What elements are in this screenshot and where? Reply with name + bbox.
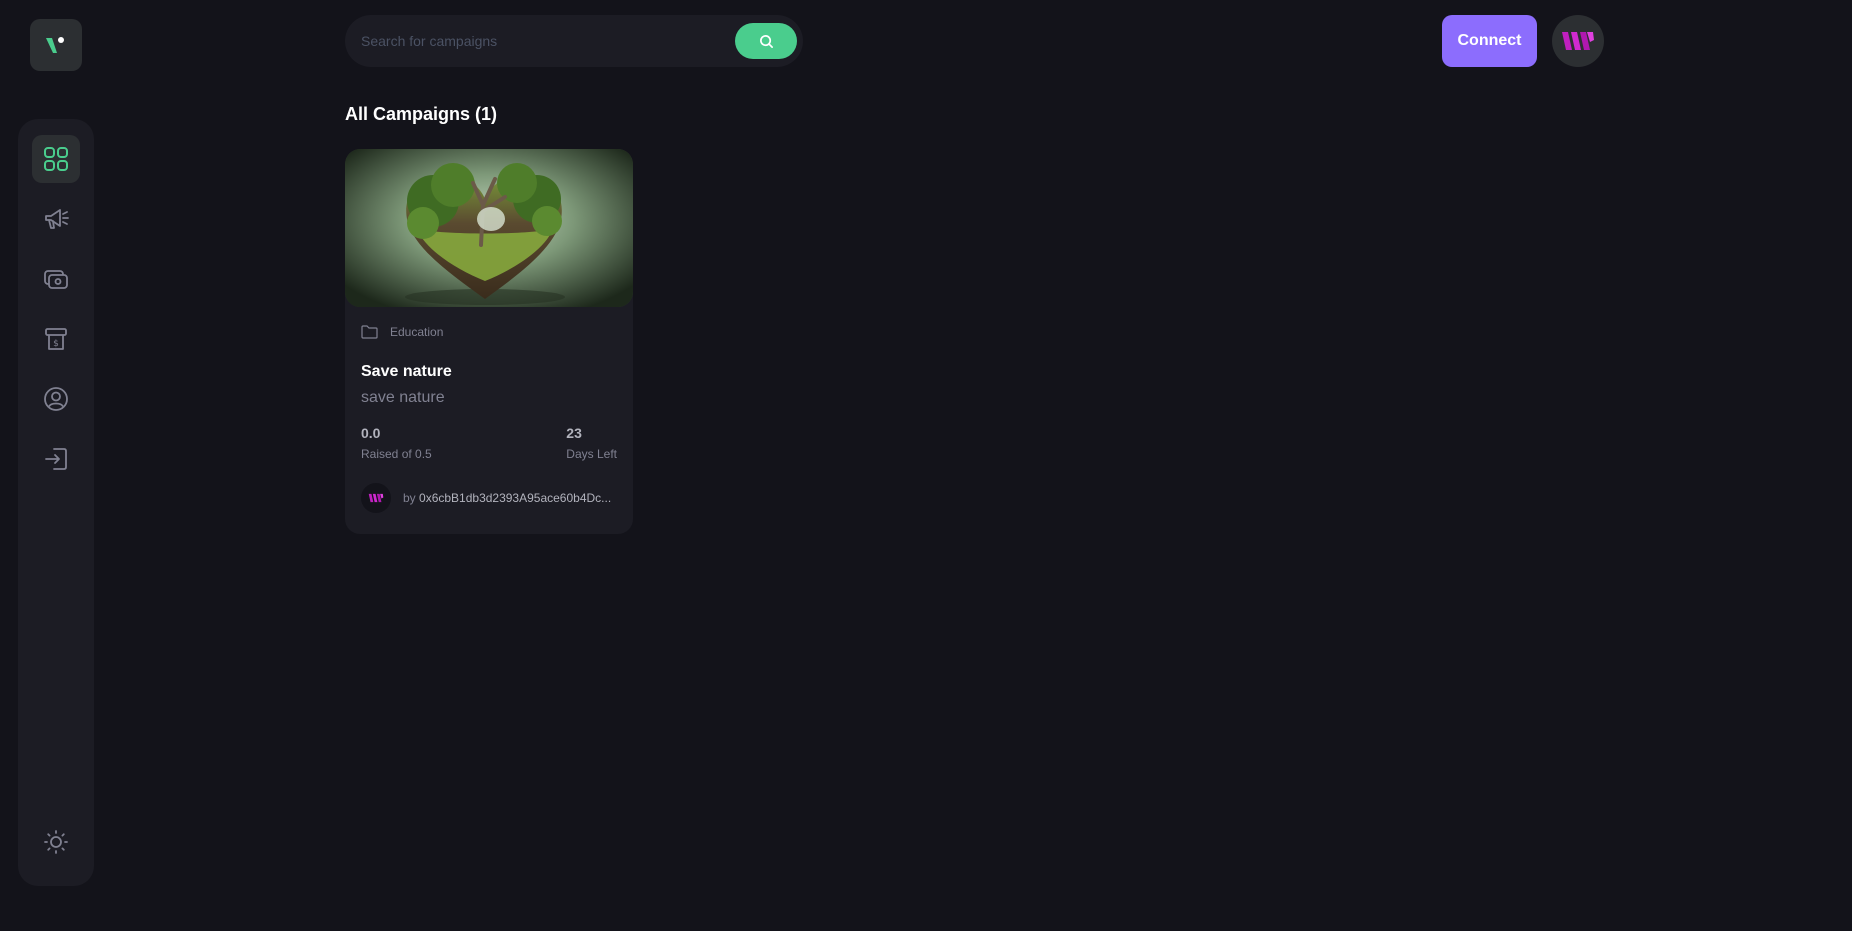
amount-collected: 0.0 (361, 425, 381, 441)
connect-button[interactable]: Connect (1442, 15, 1537, 67)
sidebar-item-profile[interactable] (32, 375, 80, 423)
megaphone-icon (45, 209, 69, 229)
user-logo-icon (1562, 32, 1594, 50)
owner-address: 0x6cbB1db3d2393A95ace60b4Dc... (419, 491, 612, 505)
days-left-stat: 23 Days Left (566, 425, 617, 461)
owner-row: by 0x6cbB1db3d2393A95ace60b4Dc... (361, 483, 617, 513)
days-left-value: 23 (566, 425, 582, 441)
svg-text:$: $ (53, 339, 59, 349)
owner-text: by 0x6cbB1db3d2393A95ace60b4Dc... (403, 491, 613, 505)
sidebar-item-payment[interactable] (32, 255, 80, 303)
search-input[interactable] (361, 15, 735, 67)
campaign-card[interactable]: Education Save nature save nature 0.0 Ra… (345, 149, 633, 534)
user-profile-icon (44, 387, 68, 411)
theme-toggle[interactable] (32, 818, 80, 866)
raised-label: Raised of 0.5 (361, 447, 432, 461)
dashboard-grid-icon (44, 147, 68, 171)
campaign-category: Education (390, 325, 444, 339)
folder-icon (361, 325, 378, 339)
sidebar-nav: $ (18, 119, 94, 886)
owner-logo-icon (368, 493, 384, 503)
sidebar-item-campaign[interactable] (32, 195, 80, 243)
search-icon (759, 34, 773, 48)
owner-prefix: by (403, 491, 420, 505)
days-left-label: Days Left (566, 447, 617, 461)
brand-logo[interactable] (30, 19, 82, 71)
sidebar-item-logout[interactable] (32, 435, 80, 483)
sun-icon (44, 830, 68, 854)
campaign-title: Save nature (361, 363, 452, 380)
campaign-image (345, 149, 633, 307)
amount-stat: 0.0 Raised of 0.5 (361, 425, 432, 461)
app-root: $ Search for campaigns Connect All Campa… (0, 0, 1852, 931)
sidebar-item-withdraw[interactable]: $ (32, 315, 80, 363)
withdraw-icon: $ (45, 328, 67, 350)
payment-icon (44, 270, 68, 289)
heart-tree-image (345, 149, 633, 307)
profile-avatar[interactable] (1552, 15, 1604, 67)
campaign-description: save nature (361, 389, 445, 406)
campaign-stats: 0.0 Raised of 0.5 23 Days Left (361, 425, 617, 461)
page-title: All Campaigns (1) (345, 104, 498, 124)
sidebar-item-dashboard[interactable] (32, 135, 80, 183)
logout-icon (45, 448, 67, 470)
category-row: Education (361, 323, 617, 341)
brand-v-logo-icon (46, 37, 64, 53)
search-bar (345, 15, 803, 67)
owner-avatar (361, 483, 391, 513)
search-button[interactable] (735, 23, 797, 59)
